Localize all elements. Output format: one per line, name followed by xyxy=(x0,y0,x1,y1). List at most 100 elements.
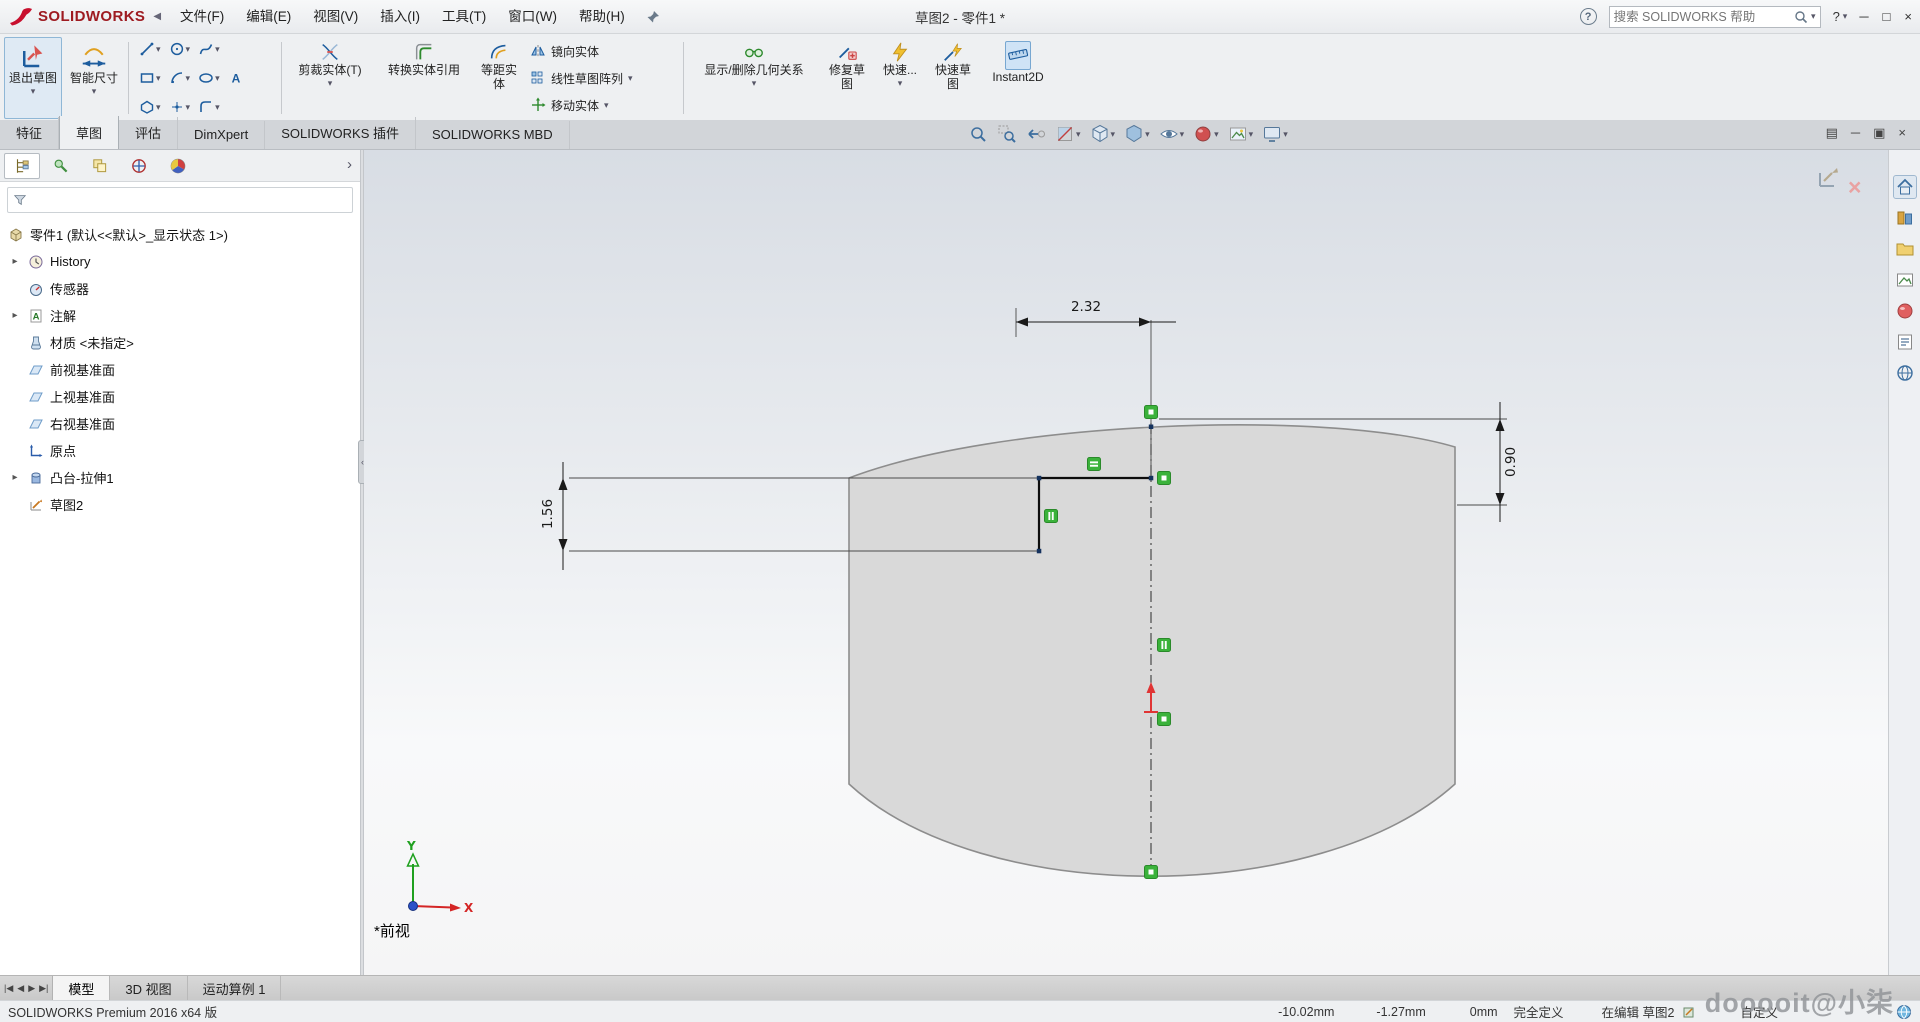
nav-prev-button[interactable]: ◀ xyxy=(17,983,24,994)
tab-sketch[interactable]: 草图 xyxy=(59,116,119,149)
dimension-right[interactable]: 0.90 xyxy=(1496,402,1520,522)
menu-collapse-icon[interactable]: ◀ xyxy=(153,11,161,22)
search-input[interactable] xyxy=(1614,10,1791,24)
minimize-button[interactable]: ─ xyxy=(1859,9,1868,24)
cancel-sketch-icon[interactable]: × xyxy=(1848,176,1861,199)
nav-last-button[interactable]: ▶| xyxy=(39,983,48,994)
search-box[interactable]: ▾ xyxy=(1609,6,1821,28)
trim-entities-button[interactable]: 剪裁实体(T) ▾ xyxy=(287,37,373,119)
expander-icon[interactable]: ▸ xyxy=(8,472,22,483)
graphics-viewport[interactable]: 2.32 1.56 0.90 xyxy=(364,150,1888,975)
ellipse-dropdown-icon[interactable]: ▾ xyxy=(215,74,220,83)
tree-item-part[interactable]: 零件1 (默认<<默认>_显示状态 1>) xyxy=(0,221,360,248)
edit-appearance-button[interactable]: ▾ xyxy=(1190,122,1222,146)
dimension-top[interactable]: 2.32 xyxy=(1016,299,1176,327)
previous-view-button[interactable] xyxy=(1023,122,1049,146)
tab-propertymanager[interactable] xyxy=(43,153,79,179)
linear-pattern-dropdown-icon[interactable]: ▾ xyxy=(628,74,633,83)
edit-appearance-dropdown-icon[interactable]: ▾ xyxy=(1214,130,1219,139)
apply-scene-dropdown-icon[interactable]: ▾ xyxy=(1249,130,1254,139)
view-palette-icon[interactable] xyxy=(1894,269,1916,291)
doc-restore-button[interactable]: ▣ xyxy=(1873,125,1885,141)
tab-model[interactable]: 模型 xyxy=(53,976,110,1000)
menu-view[interactable]: 视图(V) xyxy=(302,1,369,33)
rectangle-tool-button[interactable]: ▾ xyxy=(136,69,164,87)
tree-item-top-plane[interactable]: 上视基准面 xyxy=(0,383,360,410)
zoom-to-area-button[interactable] xyxy=(994,122,1020,146)
help-dropdown-icon[interactable]: ▾ xyxy=(1843,12,1848,21)
dimension-top-value[interactable]: 2.32 xyxy=(1071,299,1101,315)
arc-dropdown-icon[interactable]: ▾ xyxy=(186,74,191,83)
sketch-fillet-tool-button[interactable]: ▾ xyxy=(195,98,223,116)
sketch-fillet-dropdown-icon[interactable]: ▾ xyxy=(215,103,220,112)
hide-show-items-button[interactable]: ▾ xyxy=(1156,122,1188,146)
close-button[interactable]: × xyxy=(1904,9,1912,24)
relation-horizontal-icon[interactable] xyxy=(1088,458,1101,471)
view-orientation-dropdown-icon[interactable]: ▾ xyxy=(1111,130,1116,139)
tree-item-origin[interactable]: 原点 xyxy=(0,437,360,464)
relation-coincident-icon[interactable] xyxy=(1158,472,1171,485)
confirm-sketch-icon[interactable] xyxy=(1816,164,1842,190)
rapid-sketch-button[interactable]: 快速草图 xyxy=(928,37,978,119)
menu-tools[interactable]: 工具(T) xyxy=(431,1,497,33)
hide-show-dropdown-icon[interactable]: ▾ xyxy=(1180,130,1185,139)
search-icon[interactable] xyxy=(1794,10,1808,24)
tree-item-material[interactable]: 材质 <未指定> xyxy=(0,329,360,356)
rectangle-dropdown-icon[interactable]: ▾ xyxy=(156,74,161,83)
help-menu-button[interactable]: ? ▾ xyxy=(1833,9,1848,24)
graphics-scene[interactable]: 2.32 1.56 0.90 xyxy=(364,150,1888,975)
rapid-dimension-button[interactable]: 快速... ▾ xyxy=(875,37,925,119)
mirror-entities-button[interactable]: 镜向实体 xyxy=(526,39,678,63)
menu-window[interactable]: 窗口(W) xyxy=(497,1,568,33)
display-style-button[interactable]: ▾ xyxy=(1121,122,1153,146)
tab-features[interactable]: 特征 xyxy=(0,117,59,149)
tree-filter[interactable] xyxy=(7,187,353,213)
spline-dropdown-icon[interactable]: ▾ xyxy=(215,45,220,54)
linear-sketch-pattern-button[interactable]: 线性草图阵列 ▾ xyxy=(526,66,678,90)
design-library-icon[interactable] xyxy=(1894,207,1916,229)
doc-minimize-button[interactable]: ─ xyxy=(1851,125,1860,141)
home-icon[interactable] xyxy=(1894,176,1916,198)
relation-coincident-icon[interactable] xyxy=(1145,866,1158,879)
zoom-to-fit-button[interactable] xyxy=(965,122,991,146)
exit-sketch-button[interactable]: 退出草图 ▾ xyxy=(4,37,62,119)
relation-coincident-icon[interactable] xyxy=(1145,406,1158,419)
view-settings-dropdown-icon[interactable]: ▾ xyxy=(1283,130,1288,139)
tile-windows-button[interactable]: ▤ xyxy=(1826,125,1838,141)
rapid-dimension-dropdown-icon[interactable]: ▾ xyxy=(898,79,903,88)
nav-next-button[interactable]: ▶ xyxy=(28,983,35,994)
appearances-scenes-icon[interactable] xyxy=(1894,300,1916,322)
display-style-dropdown-icon[interactable]: ▾ xyxy=(1145,130,1150,139)
part-face[interactable] xyxy=(849,425,1455,876)
display-relations-dropdown-icon[interactable]: ▾ xyxy=(752,79,757,88)
panel-flyout-arrow[interactable]: › xyxy=(347,156,352,173)
text-tool-button[interactable]: A xyxy=(225,69,247,87)
tree-item-front-plane[interactable]: 前视基准面 xyxy=(0,356,360,383)
section-view-button[interactable]: ▾ xyxy=(1052,122,1084,146)
tab-motion-study-1[interactable]: 运动算例 1 xyxy=(188,976,282,1000)
apply-scene-button[interactable]: ▾ xyxy=(1225,122,1257,146)
tree-item-annotations[interactable]: ▸ A 注解 xyxy=(0,302,360,329)
menu-edit[interactable]: 编辑(E) xyxy=(235,1,302,33)
offset-entities-button[interactable]: 等距实体 xyxy=(475,37,523,119)
point-dropdown-icon[interactable]: ▾ xyxy=(186,103,191,112)
relation-vertical-icon[interactable] xyxy=(1158,639,1171,652)
expander-icon[interactable]: ▸ xyxy=(8,310,22,321)
tab-dimxpert[interactable]: DimXpert xyxy=(178,121,265,149)
smart-dimension-button[interactable]: 智能尺寸 ▾ xyxy=(65,37,123,119)
move-entities-dropdown-icon[interactable]: ▾ xyxy=(604,101,609,110)
menu-pin-icon[interactable] xyxy=(646,10,660,24)
trim-dropdown-icon[interactable]: ▾ xyxy=(328,79,333,88)
tree-item-sketch2[interactable]: 草图2 xyxy=(0,491,360,518)
doc-close-button[interactable]: × xyxy=(1898,125,1906,141)
tab-displaymanager[interactable] xyxy=(160,153,196,179)
custom-properties-icon[interactable] xyxy=(1894,331,1916,353)
tab-evaluate[interactable]: 评估 xyxy=(119,117,178,149)
line-tool-button[interactable]: ▾ xyxy=(136,40,164,58)
tab-3d-views[interactable]: 3D 视图 xyxy=(110,976,187,1000)
polygon-tool-button[interactable]: ▾ xyxy=(136,98,164,116)
dimension-left-value[interactable]: 1.56 xyxy=(540,499,556,529)
dimension-left[interactable]: 1.56 xyxy=(540,462,568,570)
display-delete-relations-button[interactable]: 显示/删除几何关系 ▾ xyxy=(689,37,819,119)
section-view-dropdown-icon[interactable]: ▾ xyxy=(1076,130,1081,139)
